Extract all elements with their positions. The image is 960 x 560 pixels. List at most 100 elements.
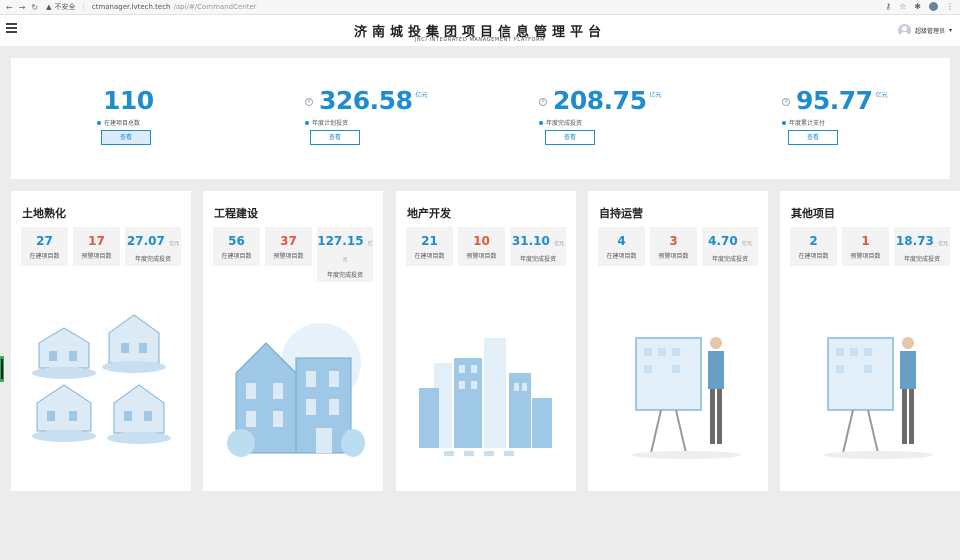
metric-completed[interactable]: 27.07 亿元 年度完成投资: [125, 227, 181, 266]
metric-value: 127.15: [317, 234, 364, 248]
bullet-icon: [97, 120, 101, 125]
user-name: 超级管理员: [914, 28, 945, 35]
card-title: 其他项目: [791, 207, 835, 220]
more-icon[interactable]: ⋮: [946, 2, 954, 11]
stat-value: 326.58: [319, 86, 413, 115]
stat-label: 年度完成投资: [546, 120, 583, 127]
summary-panel: 110 在建项目总数 查看 ¥ 326.58 亿元 年度计划投资 查看 ¥ 20…: [11, 58, 950, 179]
metric-value: 18.73: [895, 234, 934, 248]
metric-completed[interactable]: 31.10 亿元 年度完成投资: [510, 227, 566, 266]
card-real-estate[interactable]: 地产开发 21 在建项目数 10 预警项目数 31.10 亿元 年度完成投资: [396, 191, 576, 491]
buildings-illustration: [227, 323, 365, 457]
metric-warning[interactable]: 1 预警项目数: [842, 227, 889, 266]
url-path: /api/#/CommandCenter: [173, 3, 257, 11]
metric-value: 4.70: [708, 234, 738, 248]
metric-value: 10: [473, 234, 490, 248]
metric-label: 预警项目数: [850, 253, 881, 260]
metric-unit: 亿元: [938, 241, 949, 247]
metric-label: 预警项目数: [81, 253, 112, 260]
stat-completed-investment: ¥ 208.75 亿元 年度完成投资 查看: [539, 58, 699, 179]
metric-in-progress[interactable]: 2 在建项目数: [790, 227, 837, 266]
app-header: 济南城投集团项目信息管理平台 JNCI INTEGRATED MANAGEMEN…: [0, 15, 960, 46]
metric-in-progress[interactable]: 27 在建项目数: [21, 227, 68, 266]
card-title: 工程建设: [214, 207, 258, 220]
view-button[interactable]: 查看: [310, 130, 360, 145]
chevron-down-icon: ▾: [948, 27, 952, 34]
stat-unit: 亿元: [875, 92, 888, 99]
metric-label: 年度完成投资: [903, 256, 940, 263]
metric-value: 2: [809, 234, 818, 248]
metric-value: 56: [228, 234, 245, 248]
view-button[interactable]: 查看: [788, 130, 838, 145]
metric-value: 3: [669, 234, 678, 248]
metric-unit: 亿元: [741, 241, 752, 247]
card-other[interactable]: 其他项目 2 在建项目数 1 预警项目数 18.73 亿元年度完成投资: [780, 191, 960, 491]
insecure-label: 不安全: [54, 3, 76, 11]
metric-label: 在建项目数: [221, 253, 252, 260]
metric-value: 21: [421, 234, 438, 248]
metric-completed[interactable]: 4.70 亿元年度完成投资: [702, 227, 758, 266]
card-land[interactable]: 土地熟化 27 在建项目数 17 预警项目数 27.07 亿元 年度完成投资: [11, 191, 191, 491]
metric-label: 预警项目数: [466, 253, 497, 260]
metric-warning[interactable]: 3 预警项目数: [650, 227, 697, 266]
metric-value: 17: [88, 234, 105, 248]
stat-value: 110: [103, 86, 154, 115]
metric-completed[interactable]: 18.73 亿元年度完成投资: [894, 227, 950, 266]
metric-label: 年度完成投资: [711, 256, 748, 263]
url-host: ctmanager.lvtech.tech: [91, 3, 171, 11]
metric-in-progress[interactable]: 4 在建项目数: [598, 227, 645, 266]
view-button[interactable]: 查看: [101, 130, 151, 145]
card-construction[interactable]: 工程建设 56 在建项目数 37 预警项目数 127.15 亿元 年度完成投资: [203, 191, 383, 491]
metric-value: 27.07: [126, 234, 165, 248]
metric-label: 在建项目数: [606, 253, 637, 260]
metric-warning[interactable]: 10 预警项目数: [458, 227, 505, 266]
key-icon[interactable]: ⚷: [885, 2, 891, 11]
user-menu[interactable]: 超级管理员 ▾: [897, 24, 952, 37]
stat-planned-investment: ¥ 326.58 亿元 年度计划投资 查看: [305, 58, 465, 179]
card-title: 自持运营: [599, 207, 643, 220]
metric-value: 4: [617, 234, 626, 248]
stat-cumulative-payment: ¥ 95.77 亿元 年度累计支付 查看: [782, 58, 942, 179]
coin-icon: ¥: [782, 98, 790, 106]
metric-warning[interactable]: 17 预警项目数: [73, 227, 120, 266]
metric-label: 在建项目数: [798, 253, 829, 260]
metric-value: 37: [280, 234, 297, 248]
metric-label: 预警项目数: [273, 253, 304, 260]
bullet-icon: [539, 120, 543, 125]
metric-in-progress[interactable]: 21 在建项目数: [406, 227, 453, 266]
stat-label: 年度累计支付: [789, 120, 826, 127]
bullet-icon: [782, 120, 786, 125]
reload-icon[interactable]: ↻: [31, 3, 38, 12]
bullet-icon: [305, 120, 309, 125]
metric-label: 预警项目数: [658, 253, 689, 260]
metric-in-progress[interactable]: 56 在建项目数: [213, 227, 260, 266]
stat-unit: 亿元: [649, 92, 662, 99]
extension-icon[interactable]: ✱: [914, 2, 921, 11]
warning-icon: ▲: [46, 3, 52, 11]
metric-value: 31.10: [511, 234, 550, 248]
presenter-illustration: [631, 337, 741, 459]
metric-label: 年度完成投资: [326, 272, 363, 279]
metric-warning[interactable]: 37 预警项目数: [265, 227, 312, 266]
avatar: [897, 24, 911, 37]
forward-icon[interactable]: →: [19, 3, 26, 12]
presenter-illustration: [823, 337, 933, 459]
card-self-operation[interactable]: 自持运营 4 在建项目数 3 预警项目数 4.70 亿元年度完成投资: [588, 191, 768, 491]
metric-completed[interactable]: 127.15 亿元 年度完成投资: [317, 227, 373, 282]
view-button[interactable]: 查看: [545, 130, 595, 145]
profile-icon[interactable]: [929, 2, 938, 11]
side-drawer-handle[interactable]: [0, 356, 4, 382]
page-subtitle: JNCI INTEGRATED MANAGEMENT PLATFORM: [414, 37, 546, 43]
metric-label: 在建项目数: [29, 253, 60, 260]
browser-actions: ⚷ ☆ ✱ ⋮: [885, 2, 954, 11]
browser-nav: ← → ↻: [6, 3, 38, 12]
card-title: 土地熟化: [22, 207, 66, 220]
metric-value: 1: [861, 234, 870, 248]
star-icon[interactable]: ☆: [899, 2, 906, 11]
address-bar[interactable]: ▲ 不安全 | ctmanager.lvtech.tech/api/#/Comm…: [46, 2, 257, 12]
back-icon[interactable]: ←: [6, 3, 13, 12]
stat-label: 在建项目总数: [104, 120, 141, 127]
coin-icon: ¥: [305, 98, 313, 106]
metric-label: 年度完成投资: [134, 256, 171, 263]
houses-illustration: [32, 314, 171, 444]
